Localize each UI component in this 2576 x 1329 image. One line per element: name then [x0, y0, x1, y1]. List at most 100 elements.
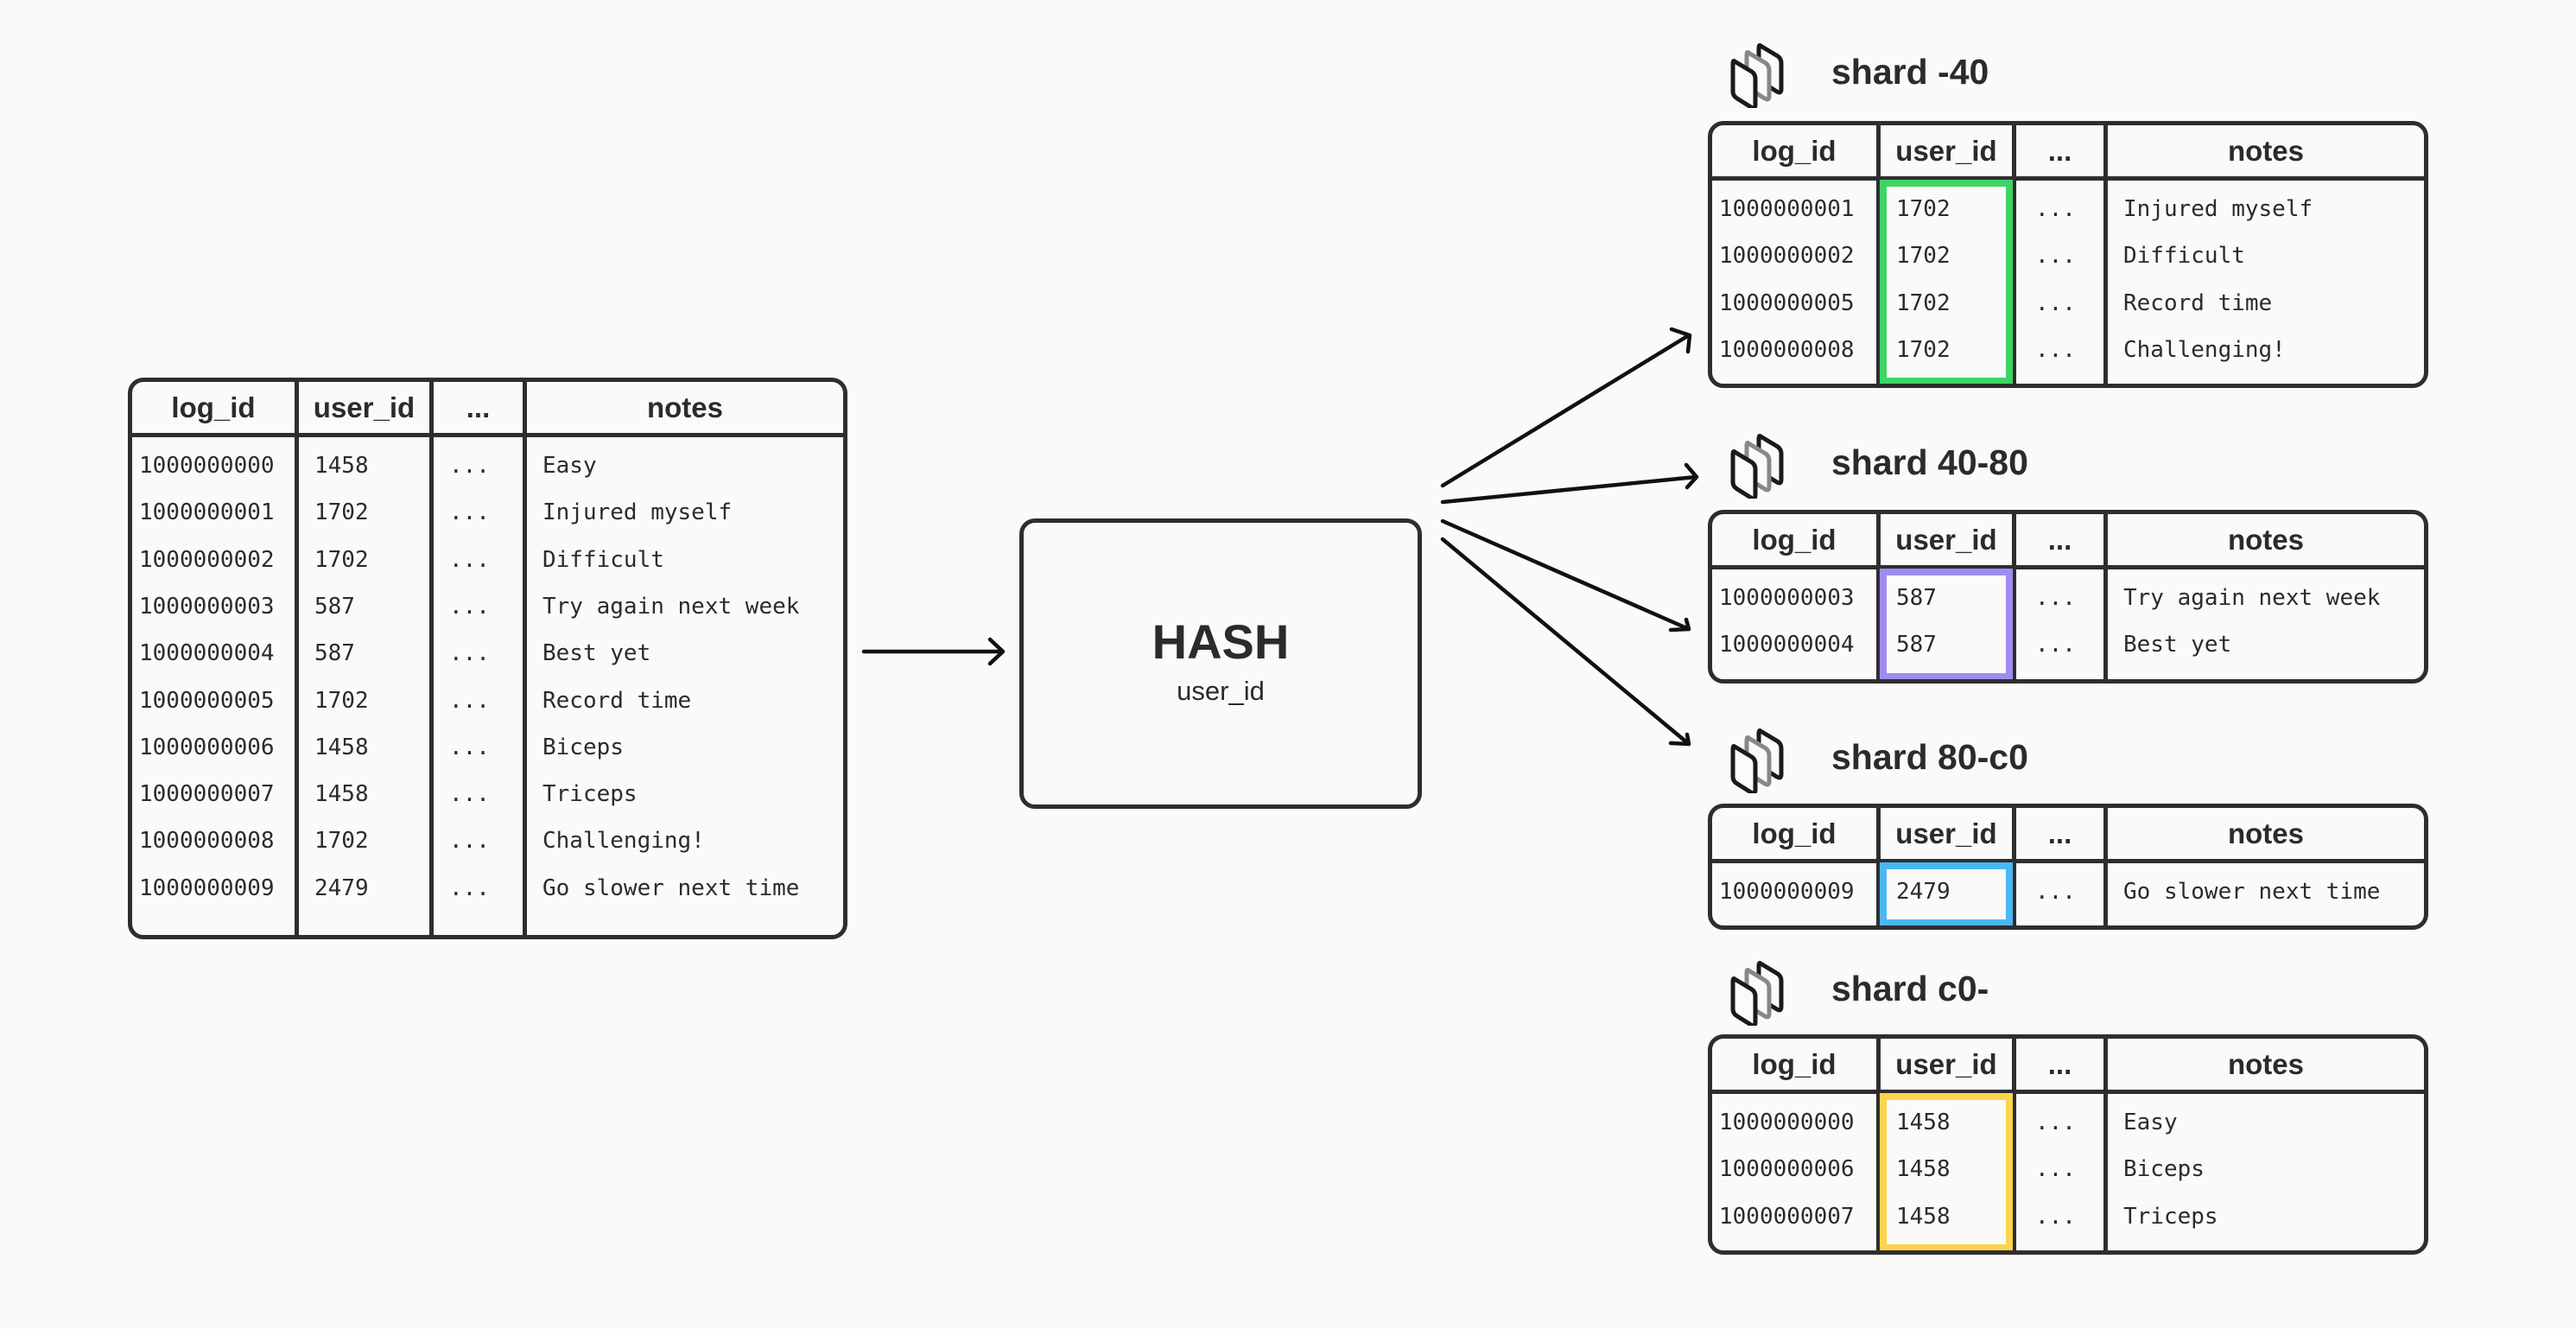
arrow-hash-to-shard-1 [1440, 327, 1692, 488]
cell-notes: Go slower next time [542, 874, 800, 901]
cell-ellipsis: ... [449, 734, 490, 760]
cell-log-id: 1000000002 [1719, 243, 1855, 270]
cell-notes: Challenging! [2123, 336, 2286, 363]
column-divider [2103, 1039, 2108, 1250]
cell-ellipsis: ... [449, 687, 490, 714]
cell-notes: Difficult [542, 546, 664, 573]
cell-notes: Try again next week [542, 593, 800, 620]
cell-user-id: 1702 [314, 687, 369, 714]
cell-user-id: 1458 [1896, 1110, 1951, 1135]
cell-log-id: 1000000008 [139, 828, 275, 855]
column-header-user-id: user_id [313, 391, 416, 423]
shard-stack-icon [1728, 957, 1797, 1028]
cell-user-id: 587 [314, 593, 355, 620]
column-header-user-id: user_id [1895, 817, 1997, 849]
column-header-ellipsis: ... [2047, 1048, 2072, 1080]
cell-log-id: 1000000007 [1719, 1203, 1855, 1230]
shard-stack-icon [1728, 724, 1797, 796]
cell-ellipsis: ... [2035, 336, 2076, 363]
column-header-notes: notes [2227, 1048, 2304, 1080]
cell-ellipsis: ... [2035, 1110, 2076, 1135]
column-header-notes: notes [2227, 817, 2304, 849]
cell-user-id: 2479 [1896, 879, 1951, 905]
cell-ellipsis: ... [2035, 196, 2076, 222]
cell-ellipsis: ... [449, 781, 490, 808]
cell-ellipsis: ... [449, 546, 490, 573]
cell-log-id: 1000000004 [1719, 632, 1855, 658]
cell-ellipsis: ... [2035, 632, 2076, 658]
column-divider [295, 382, 299, 935]
hash-key-label: user_id [1177, 676, 1265, 706]
column-header-ellipsis: ... [466, 391, 491, 423]
cell-log-id: 1000000003 [1719, 585, 1855, 611]
cell-user-id: 1702 [314, 499, 369, 526]
cell-ellipsis: ... [2035, 585, 2076, 611]
column-header-user-id: user_id [1895, 1048, 1997, 1080]
cell-log-id: 1000000004 [139, 640, 275, 667]
column-header-ellipsis: ... [2047, 524, 2072, 556]
column-header-log-id: log_id [1752, 817, 1837, 849]
cell-log-id: 1000000009 [139, 874, 275, 901]
column-header-ellipsis: ... [2047, 817, 2072, 849]
shard-table: log_id user_id... notes 1000000009 2479... Go… [1708, 804, 2428, 930]
hash-title: HASH [1152, 614, 1290, 669]
cell-log-id: 1000000005 [1719, 289, 1855, 316]
cell-ellipsis: ... [449, 828, 490, 855]
shard-title: shard 80-c0 [1831, 737, 2028, 777]
cell-user-id: 1702 [1896, 336, 1951, 363]
cell-user-id: 1702 [1896, 196, 1951, 222]
cell-notes: Record time [542, 687, 692, 714]
cell-ellipsis: ... [449, 499, 490, 526]
cell-ellipsis: ... [449, 453, 490, 479]
cell-user-id: 587 [1896, 585, 1937, 611]
cell-notes: Injured myself [542, 499, 733, 526]
shard-table: log_id user_id... notes 1000000001 1702... In… [1708, 121, 2428, 388]
cell-log-id: 1000000006 [1719, 1156, 1855, 1183]
cell-ellipsis: ... [2035, 289, 2076, 316]
cell-notes: Best yet [542, 640, 651, 667]
column-header-ellipsis: ... [2047, 135, 2072, 167]
cell-ellipsis: ... [2035, 243, 2076, 270]
arrow-source-to-hash [861, 637, 1006, 666]
cell-ellipsis: ... [449, 874, 490, 901]
cell-ellipsis: ... [2035, 879, 2076, 905]
cell-log-id: 1000000005 [139, 687, 275, 714]
column-header-log-id: log_id [1752, 1048, 1837, 1080]
cell-notes: Easy [542, 453, 597, 479]
shard-title: shard -40 [1831, 52, 1989, 92]
cell-ellipsis: ... [449, 593, 490, 620]
cell-user-id: 1458 [1896, 1203, 1951, 1230]
cell-notes: Record time [2123, 289, 2273, 316]
cell-log-id: 1000000006 [139, 734, 275, 760]
cell-user-id: 1458 [314, 734, 369, 760]
shard-stack-icon [1728, 429, 1797, 501]
column-header-notes: notes [646, 391, 723, 423]
cell-notes: Go slower next time [2123, 879, 2381, 905]
cell-user-id: 587 [1896, 632, 1937, 658]
hash-box: HASH user_id [1019, 518, 1422, 809]
cell-log-id: 1000000008 [1719, 336, 1855, 363]
cell-log-id: 1000000007 [139, 781, 275, 808]
cell-user-id: 1702 [1896, 289, 1951, 316]
cell-log-id: 1000000003 [139, 593, 275, 620]
cell-user-id: 1458 [314, 453, 369, 479]
cell-user-id: 1702 [314, 546, 369, 573]
column-divider [2103, 808, 2108, 925]
cell-log-id: 1000000000 [1719, 1110, 1855, 1135]
source-table: log_id user_id... notes 1000000000 1458... Ea… [128, 378, 847, 939]
cell-log-id: 1000000001 [1719, 196, 1855, 222]
column-divider [2103, 125, 2108, 384]
cell-notes: Try again next week [2123, 585, 2381, 611]
column-divider [429, 382, 434, 935]
column-header-user-id: user_id [1895, 524, 1997, 556]
arrow-hash-to-shard-2 [1440, 462, 1699, 505]
column-divider [2103, 514, 2108, 679]
cell-user-id: 1458 [1896, 1156, 1951, 1183]
cell-user-id: 1702 [314, 828, 369, 855]
cell-log-id: 1000000002 [139, 546, 275, 573]
arrow-hash-to-shard-3 [1440, 518, 1691, 633]
shard-table: log_id user_id... notes 1000000000 1458... Ea… [1708, 1034, 2428, 1255]
cell-notes: Triceps [542, 781, 638, 808]
arrow-hash-to-shard-4 [1440, 537, 1691, 747]
cell-user-id: 1458 [314, 781, 369, 808]
